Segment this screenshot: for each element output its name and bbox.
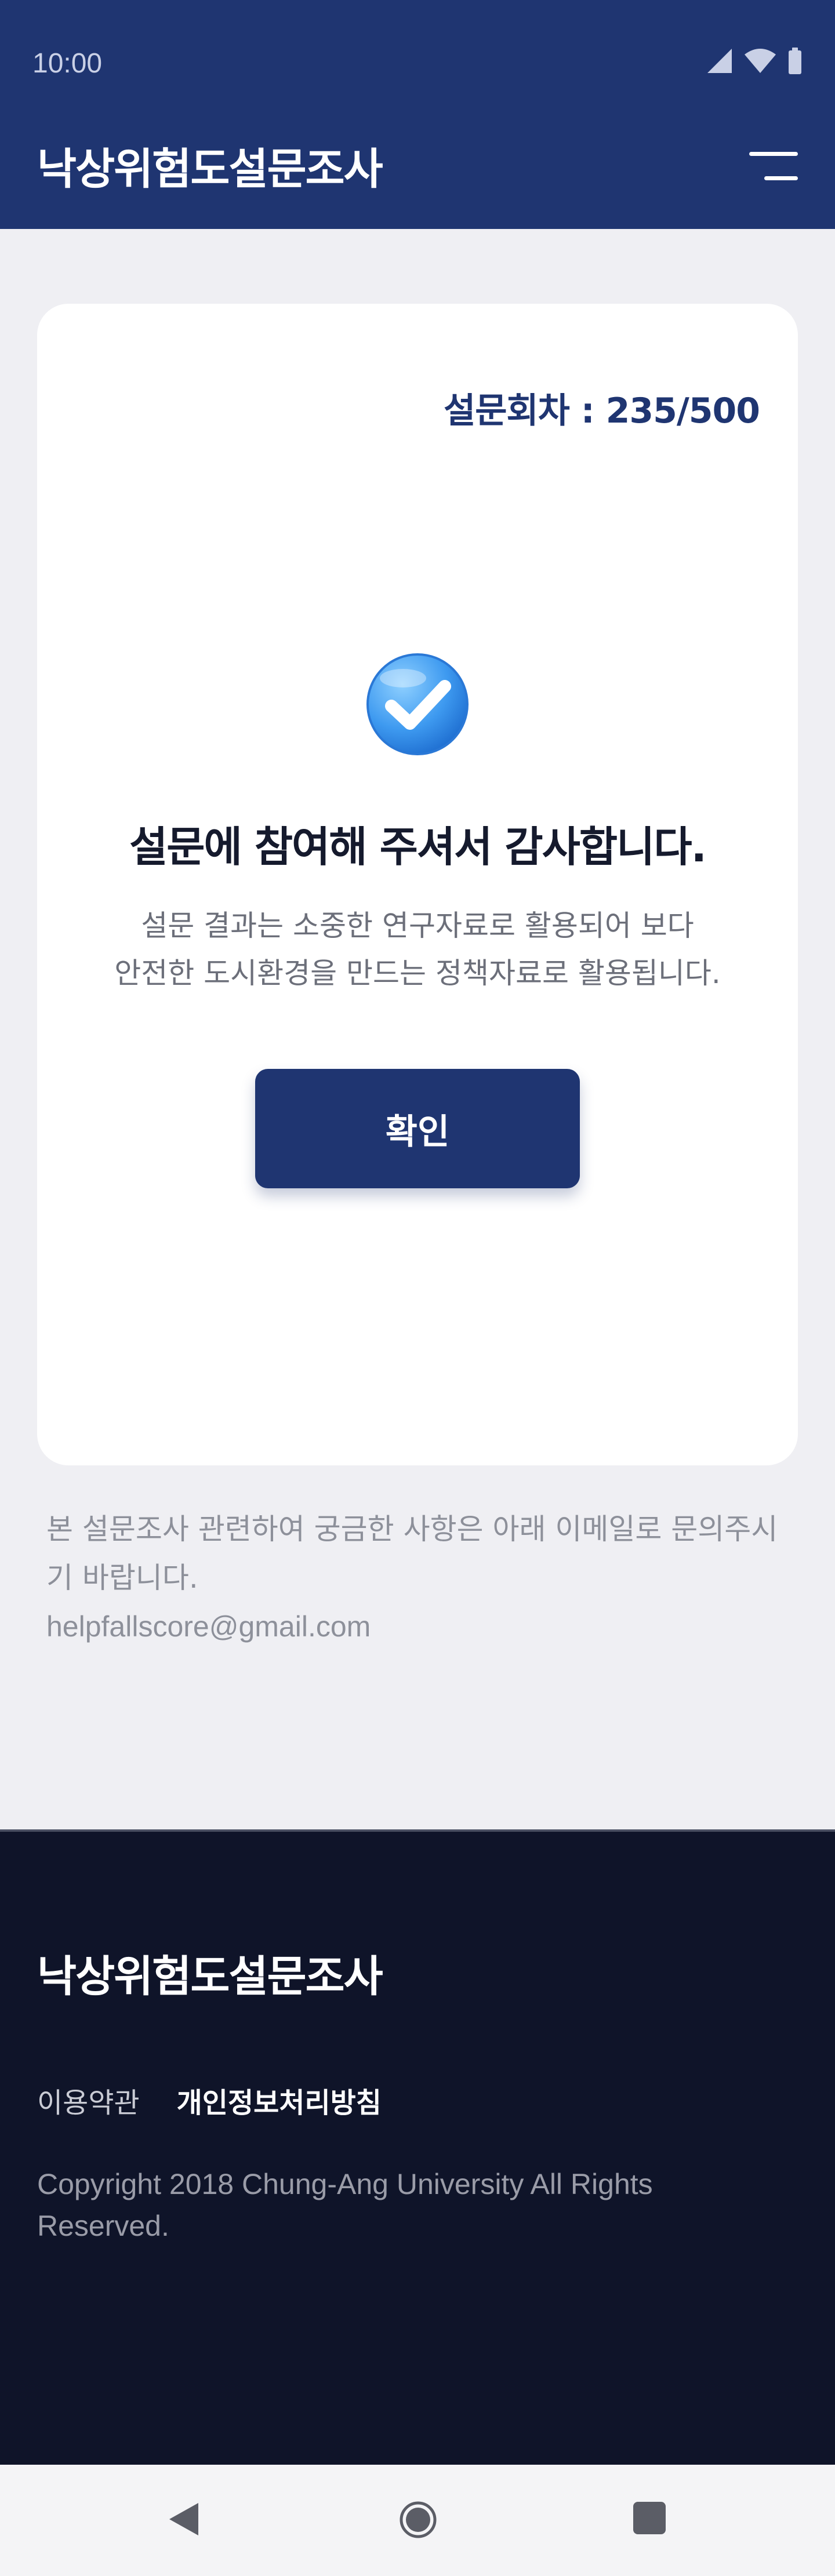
footer: 낙상위험도설문조사 이용약관 개인정보처리방침 Copyright 2018 C… bbox=[0, 1829, 835, 2467]
app-title: 낙상위험도설문조사 bbox=[37, 144, 383, 194]
contact-text-line-1: 본 설문조사 관련하여 궁금한 사항은 아래 이메일로 문의주시 bbox=[46, 1512, 778, 1546]
home-icon[interactable] bbox=[399, 2501, 437, 2539]
battery-icon bbox=[789, 48, 801, 74]
system-nav-bar bbox=[0, 2465, 835, 2576]
wifi-icon bbox=[745, 49, 776, 73]
privacy-policy-link[interactable]: 개인정보처리방침 bbox=[177, 2080, 382, 2120]
survey-complete-card: 설문회차 : 235/500 설문에 참여해 주셔서 감사합니다. 설문 결과는… bbox=[37, 304, 798, 1465]
contact-email[interactable]: helpfallscore@gmail.com bbox=[46, 1602, 794, 1651]
check-circle-icon bbox=[366, 653, 469, 755]
contact-info: 본 설문조사 관련하여 궁금한 사항은 아래 이메일로 문의주시 기 바랍니다.… bbox=[46, 1505, 794, 1651]
contact-text-line-2: 기 바랍니다. bbox=[46, 1561, 198, 1595]
confirm-button[interactable]: 확인 bbox=[255, 1069, 580, 1188]
result-description: 설문 결과는 소중한 연구자료로 활용되어 보다 안전한 도시환경을 만드는 정… bbox=[37, 902, 798, 997]
copyright-text: Copyright 2018 Chung-Ang University All … bbox=[37, 2168, 653, 2242]
back-icon[interactable] bbox=[166, 2501, 201, 2538]
signal-icon bbox=[707, 49, 732, 73]
footer-links: 이용약관 개인정보처리방침 bbox=[37, 2080, 382, 2120]
thank-you-heading: 설문에 참여해 주셔서 감사합니다. bbox=[129, 823, 707, 871]
menu-icon[interactable] bbox=[749, 152, 798, 181]
description-line-1: 설문 결과는 소중한 연구자료로 활용되어 보다 bbox=[141, 909, 694, 943]
terms-link[interactable]: 이용약관 bbox=[37, 2080, 140, 2120]
description-line-2: 안전한 도시환경을 만드는 정책자료로 활용됩니다. bbox=[114, 956, 721, 990]
status-time: 10:00 bbox=[32, 48, 103, 79]
survey-round-label: 설문회차 : 235/500 bbox=[444, 391, 760, 431]
recents-icon[interactable] bbox=[632, 2501, 667, 2535]
footer-title: 낙상위험도설문조사 bbox=[37, 1952, 383, 2002]
app-header: 10:00 낙상위험도설문조사 bbox=[0, 0, 835, 229]
status-icons bbox=[706, 48, 803, 74]
